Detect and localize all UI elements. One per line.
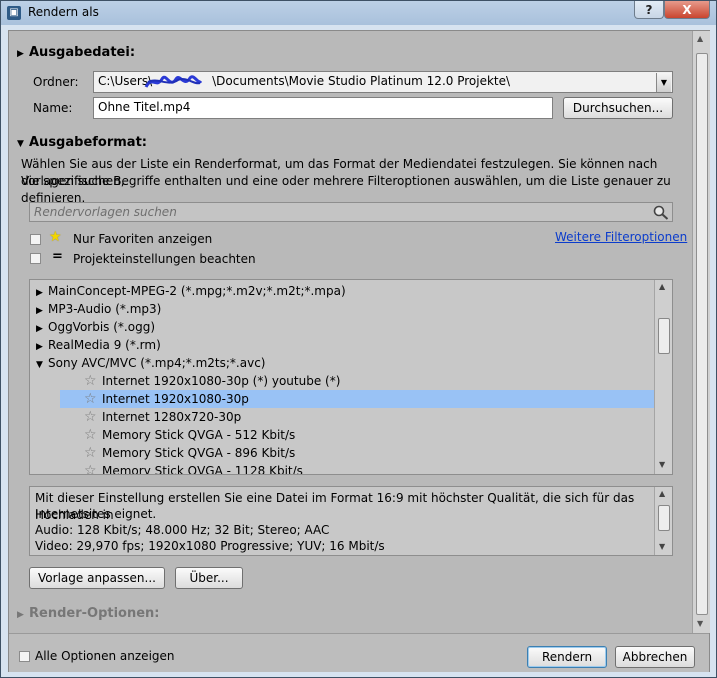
list-item-label: MainConcept-MPEG-2 (*.mpg;*.m2v;*.m2t;*.… — [48, 284, 346, 298]
list-item-label: Internet 1920x1080-30p (*) youtube (*) — [102, 374, 341, 388]
info-scrollbar[interactable]: ▲ ▼ — [654, 487, 672, 555]
format-group-mainconcept-mpeg2[interactable]: ▶ MainConcept-MPEG-2 (*.mpg;*.m2v;*.m2t;*… — [36, 282, 346, 300]
redaction-scribble — [144, 75, 202, 88]
template-item[interactable]: ☆ Memory Stick QVGA - 896 Kbit/s — [84, 444, 295, 462]
favorite-star-outline-icon[interactable]: ☆ — [84, 426, 102, 444]
favorites-only-label: Nur Favoriten anzeigen — [73, 232, 213, 246]
expanded-triangle-icon: ▼ — [17, 139, 24, 149]
help-button[interactable]: ? — [634, 1, 664, 19]
template-item[interactable]: ☆ Internet 1280x720-30p — [84, 408, 241, 426]
list-item-label: OggVorbis (*.ogg) — [48, 320, 156, 334]
output-file-section-header[interactable]: ▶ Ausgabedatei: — [17, 45, 135, 60]
name-label: Name: — [33, 101, 73, 115]
show-all-options-checkbox[interactable] — [19, 651, 30, 662]
favorite-star-outline-icon[interactable]: ☆ — [84, 372, 102, 390]
render-button[interactable]: Rendern — [527, 646, 607, 668]
options-scroll-area: ▶ Ausgabedatei: Ordner: C:\Users\ \Documen… — [9, 31, 692, 631]
customize-template-button[interactable]: Vorlage anpassen... — [29, 567, 165, 589]
favorite-star-outline-icon[interactable]: ☆ — [84, 444, 102, 462]
scroll-up-arrow-icon[interactable]: ▲ — [697, 34, 703, 43]
dialog-client-area: ▶ Ausgabedatei: Ordner: C:\Users\ \Documen… — [8, 30, 710, 672]
favorite-star-outline-icon[interactable]: ☆ — [84, 408, 102, 426]
favorites-only-checkbox[interactable] — [30, 234, 41, 245]
scroll-up-arrow-icon[interactable]: ▲ — [659, 489, 665, 498]
format-group-mp3-audio[interactable]: ▶ MP3-Audio (*.mp3) — [36, 300, 161, 318]
list-item-label: Memory Stick QVGA - 1128 Kbit/s — [102, 464, 303, 475]
format-group-sony-avc-mvc[interactable]: ▼ Sony AVC/MVC (*.mp4;*.m2ts;*.avc) — [36, 354, 265, 372]
output-file-heading: Ausgabedatei: — [29, 45, 136, 60]
match-project-settings-checkbox[interactable] — [30, 253, 41, 264]
scrollbar-thumb[interactable] — [658, 505, 670, 531]
window-title: Rendern als — [28, 5, 99, 19]
title-bar[interactable]: ▣ Rendern als ? X — [1, 1, 716, 25]
scroll-down-arrow-icon[interactable]: ▼ — [659, 460, 665, 469]
dialog-footer: Alle Optionen anzeigen Rendern Abbrechen — [9, 633, 709, 672]
match-project-settings-label: Projekteinstellungen beachten — [73, 252, 256, 266]
list-item-label: Memory Stick QVGA - 512 Kbit/s — [102, 428, 296, 442]
file-name-input[interactable]: Ohne Titel.mp4 — [93, 97, 553, 119]
list-item-label: RealMedia 9 (*.rm) — [48, 338, 161, 352]
folder-dropdown-button[interactable]: ▼ — [656, 73, 671, 92]
template-item[interactable]: ☆ Internet 1920x1080-30p (*) youtube (*) — [84, 372, 656, 390]
more-filter-options-link[interactable]: Weitere Filteroptionen — [555, 230, 687, 244]
scrollbar-thumb[interactable] — [696, 53, 708, 615]
output-format-section-header[interactable]: ▼ Ausgabeformat: — [17, 135, 147, 150]
about-button[interactable]: Über... — [175, 567, 243, 589]
list-item-label: Sony AVC/MVC (*.mp4;*.m2ts;*.avc) — [48, 356, 266, 370]
collapse-triangle-icon: ▶ — [17, 49, 24, 59]
render-options-heading: Render-Optionen: — [29, 606, 160, 621]
collapse-triangle-icon: ▼ — [36, 360, 43, 370]
favorite-star-outline-icon[interactable]: ☆ — [84, 462, 102, 474]
show-all-options-label: Alle Optionen anzeigen — [35, 649, 175, 663]
app-icon: ▣ — [7, 6, 21, 20]
scroll-down-arrow-icon[interactable]: ▼ — [659, 542, 665, 551]
format-group-oggvorbis[interactable]: ▶ OggVorbis (*.ogg) — [36, 318, 155, 336]
favorite-star-outline-icon[interactable]: ☆ — [84, 390, 102, 408]
close-button[interactable]: X — [664, 1, 710, 19]
folder-combobox[interactable]: C:\Users\ \Documents\Movie Studio Platinu… — [93, 71, 673, 93]
equals-icon: = — [52, 249, 63, 264]
info-line3: Audio: 128 Kbit/s; 48.000 Hz; 32 Bit; St… — [35, 523, 330, 537]
render-options-section-header[interactable]: ▶ Render-Optionen: — [17, 606, 160, 621]
expand-triangle-icon: ▶ — [17, 610, 24, 620]
template-search-input[interactable]: Rendervorlagen suchen — [29, 202, 673, 222]
info-line4: Video: 29,970 fps; 1920x1080 Progressive… — [35, 539, 385, 553]
browse-button[interactable]: Durchsuchen... — [563, 97, 673, 119]
list-item-label: MP3-Audio (*.mp3) — [48, 302, 162, 316]
favorite-star-icon: ★ — [49, 229, 62, 245]
dialog-scrollbar[interactable]: ▲ ▼ — [692, 31, 710, 633]
output-format-heading: Ausgabeformat: — [29, 135, 147, 150]
format-group-realmedia[interactable]: ▶ RealMedia 9 (*.rm) — [36, 336, 161, 354]
template-item-selected[interactable]: ☆ Internet 1920x1080-30p — [60, 390, 656, 408]
template-info-box: Mit dieser Einstellung erstellen Sie ein… — [29, 486, 673, 556]
scroll-up-arrow-icon[interactable]: ▲ — [659, 282, 665, 291]
render-as-dialog: ▣ Rendern als ? X ▶ Ausgabedatei: Ordner:… — [0, 0, 717, 678]
template-item[interactable]: ☆ Memory Stick QVGA - 512 Kbit/s — [84, 426, 295, 444]
cancel-button[interactable]: Abbrechen — [615, 646, 695, 668]
search-icon[interactable] — [653, 205, 669, 220]
folder-label: Ordner: — [33, 75, 79, 89]
info-line2: Internetsites eignet. — [35, 507, 157, 521]
list-item-label: Memory Stick QVGA - 896 Kbit/s — [102, 446, 296, 460]
folder-path-suffix: \Documents\Movie Studio Platinum 12.0 Pr… — [212, 74, 511, 88]
template-item[interactable]: ☆ Memory Stick QVGA - 1128 Kbit/s — [84, 462, 303, 475]
search-placeholder: Rendervorlagen suchen — [34, 205, 177, 219]
scroll-down-arrow-icon[interactable]: ▼ — [697, 619, 703, 628]
list-item-label: Internet 1280x720-30p — [102, 410, 242, 424]
scrollbar-thumb[interactable] — [658, 318, 670, 354]
render-format-list[interactable]: ▶ MainConcept-MPEG-2 (*.mpg;*.m2v;*.m2t;*… — [29, 279, 673, 475]
format-list-scrollbar[interactable]: ▲ ▼ — [654, 280, 672, 474]
list-item-label: Internet 1920x1080-30p — [102, 392, 249, 406]
